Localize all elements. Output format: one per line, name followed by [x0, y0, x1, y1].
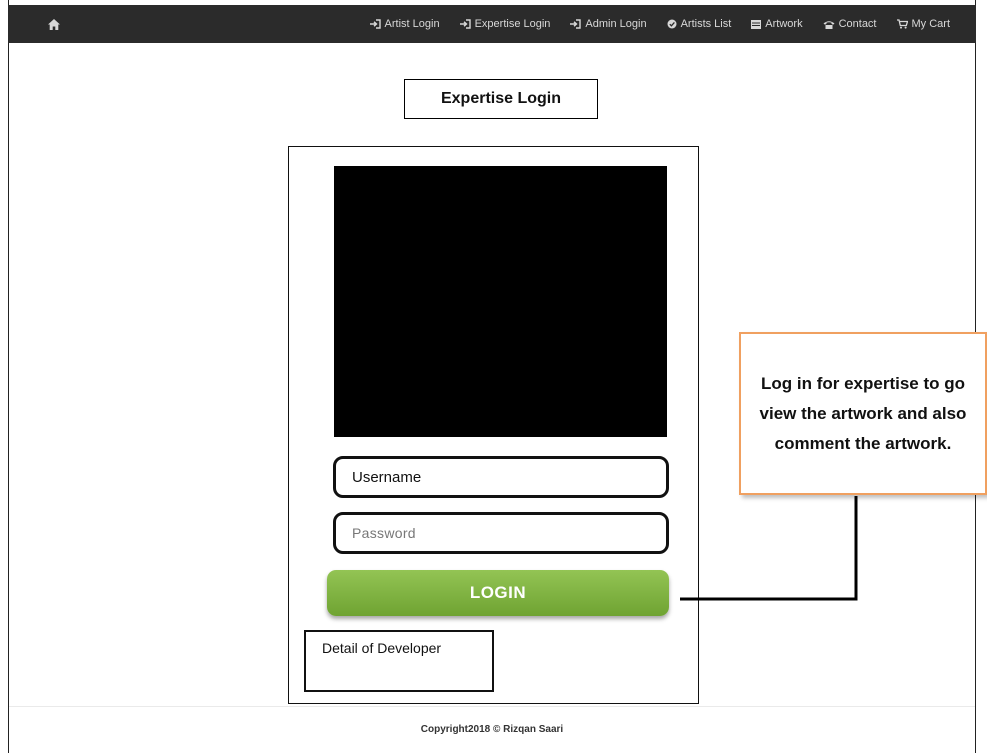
username-field[interactable]: Username: [333, 456, 669, 498]
nav-item-label: Artist Login: [384, 18, 440, 30]
nav-item-label: Artists List: [680, 18, 732, 30]
cart-icon: [896, 19, 908, 29]
home-link[interactable]: [44, 5, 64, 43]
nav-item-my-cart[interactable]: My Cart: [896, 18, 951, 30]
home-icon: [48, 18, 60, 30]
nav-item-artwork[interactable]: Artwork: [751, 18, 803, 30]
top-navbar: Artist Login Expertise Login Admin Login…: [8, 5, 976, 43]
password-field[interactable]: Password: [333, 512, 669, 554]
nav-item-artists-list[interactable]: Artists List: [667, 18, 732, 30]
username-placeholder: Username: [352, 468, 422, 486]
login-button[interactable]: LOGIN: [327, 570, 669, 616]
nav-item-label: Expertise Login: [474, 18, 551, 30]
nav-item-label: Admin Login: [585, 18, 647, 30]
footer-copyright: Copyright2018 © Rizqan Saari: [420, 724, 564, 735]
login-icon: [369, 19, 381, 29]
page-title: Expertise Login: [404, 79, 598, 119]
nav-item-label: Contact: [838, 18, 877, 30]
nav-item-artist-login[interactable]: Artist Login: [369, 18, 440, 30]
nav-item-label: My Cart: [911, 18, 951, 30]
annotation-callout: Log in for expertise to go view the artw…: [739, 332, 987, 495]
nav-item-contact[interactable]: Contact: [823, 18, 877, 30]
nav-item-expertise-login[interactable]: Expertise Login: [459, 18, 551, 30]
nav-items: Artist Login Expertise Login Admin Login…: [369, 5, 951, 43]
image-placeholder: [334, 166, 667, 437]
developer-detail-link[interactable]: Detail of Developer: [304, 630, 494, 692]
annotation-text: Log in for expertise to go view the artw…: [759, 373, 967, 453]
login-icon: [570, 19, 582, 29]
password-placeholder: Password: [352, 525, 416, 541]
artists-icon: [667, 19, 677, 29]
phone-icon: [823, 20, 835, 29]
footer-divider: [9, 706, 975, 707]
nav-item-admin-login[interactable]: Admin Login: [570, 18, 647, 30]
nav-item-label: Artwork: [765, 18, 803, 30]
artwork-icon: [751, 19, 762, 29]
login-icon: [459, 19, 471, 29]
